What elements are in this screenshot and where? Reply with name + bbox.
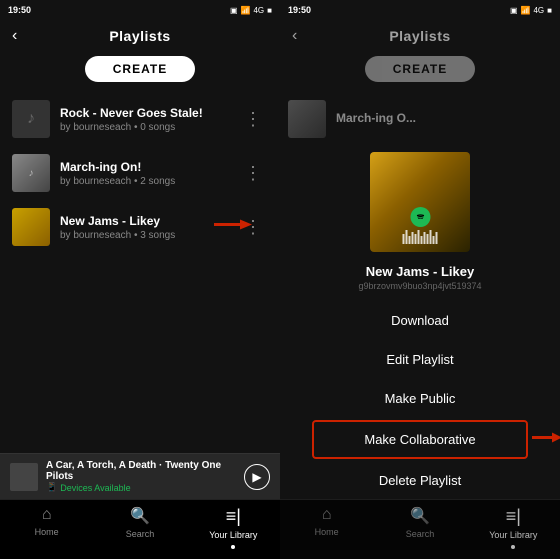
playlist-meta-march: by bourneseach • 2 songs bbox=[60, 176, 238, 187]
menu-item-collaborative-wrapper: Make Collaborative bbox=[280, 418, 560, 461]
nav-active-indicator-left bbox=[231, 545, 235, 549]
menu-item-edit-playlist[interactable]: Edit Playlist bbox=[280, 340, 560, 379]
thumb-newjams-img bbox=[12, 208, 50, 246]
album-art bbox=[370, 152, 470, 252]
np-title: A Car, A Torch, A Death · Twenty One Pil… bbox=[46, 460, 236, 482]
bottom-nav-left: ⌂ Home 🔍 Search ≡| Your Library bbox=[0, 499, 280, 559]
create-button-area-right: CREATE bbox=[280, 50, 560, 92]
time-right: 19:50 bbox=[288, 5, 311, 15]
status-bar-left: 19:50 ▣ 📶 4G ■ bbox=[0, 0, 280, 20]
status-icons-left: ▣ 📶 4G ■ bbox=[230, 6, 272, 15]
nav-library-label-right: Your Library bbox=[489, 530, 537, 540]
playlist-item-newjams[interactable]: New Jams - Likey by bourneseach • 3 song… bbox=[4, 200, 276, 254]
nav-library-label-left: Your Library bbox=[209, 530, 257, 540]
menu-item-make-public[interactable]: Make Public bbox=[280, 379, 560, 418]
playlist-title-section: New Jams - Likey g9brzovmv9buo3np4jvt519… bbox=[280, 260, 560, 293]
playlist-more-march[interactable]: ⋮ bbox=[238, 159, 268, 188]
bottom-nav-right: ⌂ Home 🔍 Search ≡| Your Library bbox=[280, 499, 560, 559]
now-playing-bar[interactable]: A Car, A Torch, A Death · Twenty One Pil… bbox=[0, 453, 280, 499]
np-device: 📱 Devices Available bbox=[46, 482, 236, 493]
right-playlist-preview: March-ing O... bbox=[280, 92, 560, 146]
playlist-item-march[interactable]: ♪ March-ing On! by bourneseach • 2 songs… bbox=[4, 146, 276, 200]
right-playlist-info: March-ing O... bbox=[336, 111, 552, 127]
playlist-info-march: March-ing On! by bourneseach • 2 songs bbox=[60, 160, 238, 187]
playlist-thumb-march: ♪ bbox=[12, 154, 50, 192]
nav-home-left[interactable]: ⌂ Home bbox=[0, 506, 93, 549]
home-icon-right: ⌂ bbox=[322, 506, 332, 524]
collaborative-arrow bbox=[532, 429, 560, 450]
playlist-thumb-newjams bbox=[12, 208, 50, 246]
playlist-name-march: March-ing On! bbox=[60, 160, 238, 174]
nav-home-right[interactable]: ⌂ Home bbox=[280, 506, 373, 549]
play-button[interactable]: ▶ bbox=[244, 464, 270, 490]
context-menu-overlay: New Jams - Likey g9brzovmv9buo3np4jvt519… bbox=[280, 146, 560, 499]
playlist-title: New Jams - Likey bbox=[296, 264, 544, 279]
cast-icon: 📱 bbox=[46, 482, 57, 493]
header-right: ‹ Playlists bbox=[280, 20, 560, 50]
search-icon-left: 🔍 bbox=[130, 506, 150, 526]
page-title-right: Playlists bbox=[389, 28, 450, 44]
nav-search-right[interactable]: 🔍 Search bbox=[373, 506, 466, 549]
menu-item-make-collaborative[interactable]: Make Collaborative bbox=[312, 420, 528, 459]
playlist-info-newjams: New Jams - Likey by bourneseach • 3 song… bbox=[60, 214, 238, 241]
header-left: ‹ Playlists bbox=[0, 20, 280, 50]
thumb-march-img: ♪ bbox=[12, 154, 50, 192]
status-icons-right: ▣ 📶 4G ■ bbox=[510, 6, 552, 15]
album-art-details bbox=[403, 207, 438, 244]
playlist-more-rock[interactable]: ⋮ bbox=[238, 105, 268, 134]
nav-search-label-right: Search bbox=[406, 529, 435, 539]
nav-search-label-left: Search bbox=[126, 529, 155, 539]
playlist-meta-rock: by bourneseach • 0 songs bbox=[60, 122, 238, 133]
menu-item-download[interactable]: Download bbox=[280, 301, 560, 340]
playlist-list: Rock - Never Goes Stale! by bourneseach … bbox=[0, 92, 280, 453]
home-icon-left: ⌂ bbox=[42, 506, 52, 524]
back-button-right[interactable]: ‹ bbox=[292, 27, 297, 45]
page-title-left: Playlists bbox=[109, 28, 170, 44]
right-playlist-name: March-ing O... bbox=[336, 111, 552, 125]
playlist-info-rock: Rock - Never Goes Stale! by bourneseach … bbox=[60, 106, 238, 133]
left-panel: 19:50 ▣ 📶 4G ■ ‹ Playlists CREATE Rock -… bbox=[0, 0, 280, 559]
back-button-left[interactable]: ‹ bbox=[12, 27, 17, 45]
playlist-id: g9brzovmv9buo3np4jvt519374 bbox=[296, 281, 544, 291]
playlist-thumb-rock bbox=[12, 100, 50, 138]
playlist-meta-newjams: by bourneseach • 3 songs bbox=[60, 230, 238, 241]
nav-library-right[interactable]: ≡| Your Library bbox=[467, 506, 560, 549]
spotify-logo bbox=[410, 207, 430, 227]
create-button-left[interactable]: CREATE bbox=[85, 56, 195, 82]
nav-search-left[interactable]: 🔍 Search bbox=[93, 506, 186, 549]
playlist-item-rock[interactable]: Rock - Never Goes Stale! by bourneseach … bbox=[4, 92, 276, 146]
playlist-name-rock: Rock - Never Goes Stale! bbox=[60, 106, 238, 120]
right-playlist-thumb bbox=[288, 100, 326, 138]
nav-active-indicator-right bbox=[511, 545, 515, 549]
right-panel: 19:50 ▣ 📶 4G ■ ‹ Playlists CREATE March-… bbox=[280, 0, 560, 559]
barcode-pattern bbox=[403, 230, 438, 244]
status-bar-right: 19:50 ▣ 📶 4G ■ bbox=[280, 0, 560, 20]
album-art-container bbox=[280, 146, 560, 260]
context-menu-items: Download Edit Playlist Make Public Make … bbox=[280, 297, 560, 499]
nav-library-left[interactable]: ≡| Your Library bbox=[187, 506, 280, 549]
time-left: 19:50 bbox=[8, 5, 31, 15]
nav-home-label-left: Home bbox=[35, 527, 59, 537]
np-info: A Car, A Torch, A Death · Twenty One Pil… bbox=[46, 460, 236, 493]
library-icon-left: ≡| bbox=[226, 506, 241, 527]
arrow-indicator bbox=[214, 217, 254, 238]
menu-item-delete-playlist[interactable]: Delete Playlist bbox=[280, 461, 560, 499]
create-button-area-left: CREATE bbox=[0, 50, 280, 92]
search-icon-right: 🔍 bbox=[410, 506, 430, 526]
nav-home-label-right: Home bbox=[315, 527, 339, 537]
create-button-right[interactable]: CREATE bbox=[365, 56, 475, 82]
playlist-name-newjams: New Jams - Likey bbox=[60, 214, 238, 228]
np-album-thumb bbox=[10, 463, 38, 491]
library-icon-right: ≡| bbox=[506, 506, 521, 527]
